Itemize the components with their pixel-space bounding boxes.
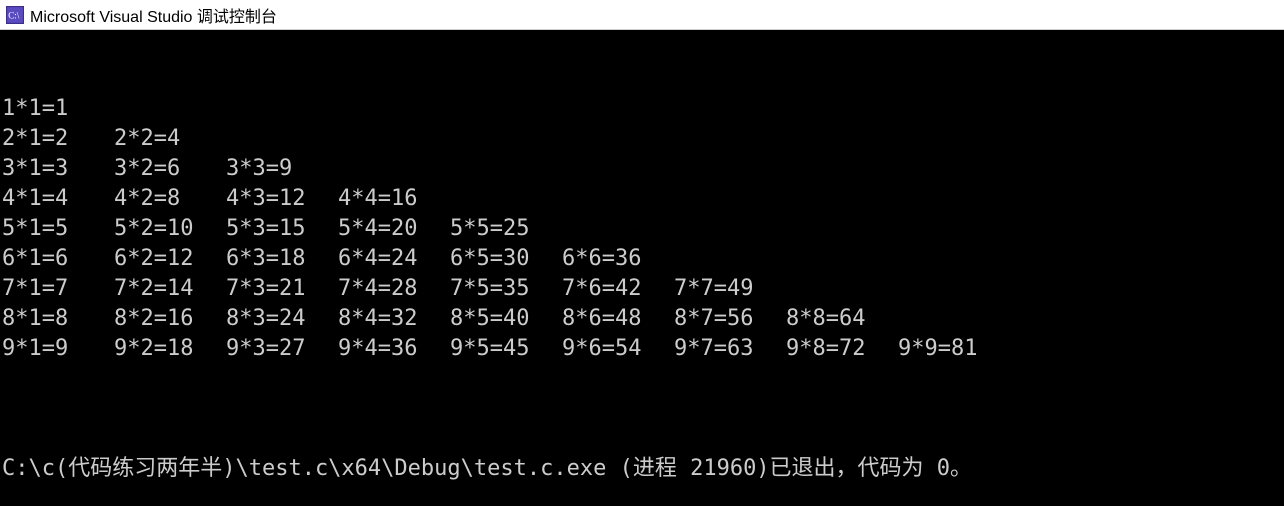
table-cell: 8*5=40 <box>450 304 562 334</box>
table-cell: 8*2=16 <box>114 304 226 334</box>
table-cell: 5*1=5 <box>2 214 114 244</box>
window-title: Microsoft Visual Studio 调试控制台 <box>30 3 277 27</box>
table-row: 6*1=66*2=126*3=186*4=246*5=306*6=36 <box>2 244 1282 274</box>
table-cell: 7*4=28 <box>338 274 450 304</box>
table-cell: 9*9=81 <box>898 334 1010 364</box>
table-cell: 6*4=24 <box>338 244 450 274</box>
table-cell: 7*2=14 <box>114 274 226 304</box>
table-cell: 3*2=6 <box>114 154 226 184</box>
table-cell: 7*7=49 <box>674 274 786 304</box>
table-cell: 9*7=63 <box>674 334 786 364</box>
table-row: 4*1=44*2=84*3=124*4=16 <box>2 184 1282 214</box>
table-cell: 8*8=64 <box>786 304 898 334</box>
table-cell: 9*1=9 <box>2 334 114 364</box>
table-cell: 7*6=42 <box>562 274 674 304</box>
table-cell: 7*3=21 <box>226 274 338 304</box>
table-cell: 4*3=12 <box>226 184 338 214</box>
exe-path: C:\c(代码练习两年半)\test.c\x64\Debug\test.c.ex… <box>2 456 606 481</box>
table-cell: 7*1=7 <box>2 274 114 304</box>
table-cell: 9*8=72 <box>786 334 898 364</box>
table-row: 5*1=55*2=105*3=155*4=205*5=25 <box>2 214 1282 244</box>
table-cell: 2*1=2 <box>2 124 114 154</box>
table-cell: 9*2=18 <box>114 334 226 364</box>
table-cell: 8*4=32 <box>338 304 450 334</box>
exit-status-line: C:\c(代码练习两年半)\test.c\x64\Debug\test.c.ex… <box>2 454 1282 484</box>
table-cell: 8*7=56 <box>674 304 786 334</box>
table-cell: 6*3=18 <box>226 244 338 274</box>
table-cell: 5*5=25 <box>450 214 562 244</box>
table-cell: 6*1=6 <box>2 244 114 274</box>
table-cell: 5*4=20 <box>338 214 450 244</box>
process-exit-info: (进程 21960)已退出，代码为 0。 <box>620 456 972 481</box>
table-row: 1*1=1 <box>2 94 1282 124</box>
svg-text:C:\: C:\ <box>8 10 20 20</box>
table-cell: 6*5=30 <box>450 244 562 274</box>
table-row: 9*1=99*2=189*3=279*4=369*5=459*6=549*7=6… <box>2 334 1282 364</box>
table-cell: 8*1=8 <box>2 304 114 334</box>
table-cell: 4*2=8 <box>114 184 226 214</box>
table-cell: 9*5=45 <box>450 334 562 364</box>
table-cell: 9*3=27 <box>226 334 338 364</box>
table-cell: 3*3=9 <box>226 154 338 184</box>
table-row: 7*1=77*2=147*3=217*4=287*5=357*6=427*7=4… <box>2 274 1282 304</box>
titlebar[interactable]: C:\ Microsoft Visual Studio 调试控制台 <box>0 0 1284 30</box>
table-cell: 1*1=1 <box>2 94 114 124</box>
console-window: C:\ Microsoft Visual Studio 调试控制台 1*1=12… <box>0 0 1284 506</box>
table-cell: 4*4=16 <box>338 184 450 214</box>
table-row: 2*1=22*2=4 <box>2 124 1282 154</box>
table-cell: 6*2=12 <box>114 244 226 274</box>
console-app-icon: C:\ <box>6 6 24 24</box>
table-cell: 5*3=15 <box>226 214 338 244</box>
table-row: 8*1=88*2=168*3=248*4=328*5=408*6=488*7=5… <box>2 304 1282 334</box>
table-cell: 4*1=4 <box>2 184 114 214</box>
console-output[interactable]: 1*1=12*1=22*2=43*1=33*2=63*3=94*1=44*2=8… <box>0 30 1284 506</box>
table-cell: 8*6=48 <box>562 304 674 334</box>
table-cell: 9*4=36 <box>338 334 450 364</box>
table-cell: 5*2=10 <box>114 214 226 244</box>
table-cell: 9*6=54 <box>562 334 674 364</box>
table-cell: 2*2=4 <box>114 124 226 154</box>
table-cell: 8*3=24 <box>226 304 338 334</box>
table-cell: 7*5=35 <box>450 274 562 304</box>
table-row: 3*1=33*2=63*3=9 <box>2 154 1282 184</box>
multiplication-table: 1*1=12*1=22*2=43*1=33*2=63*3=94*1=44*2=8… <box>2 94 1282 364</box>
table-cell: 3*1=3 <box>2 154 114 184</box>
table-cell: 6*6=36 <box>562 244 674 274</box>
